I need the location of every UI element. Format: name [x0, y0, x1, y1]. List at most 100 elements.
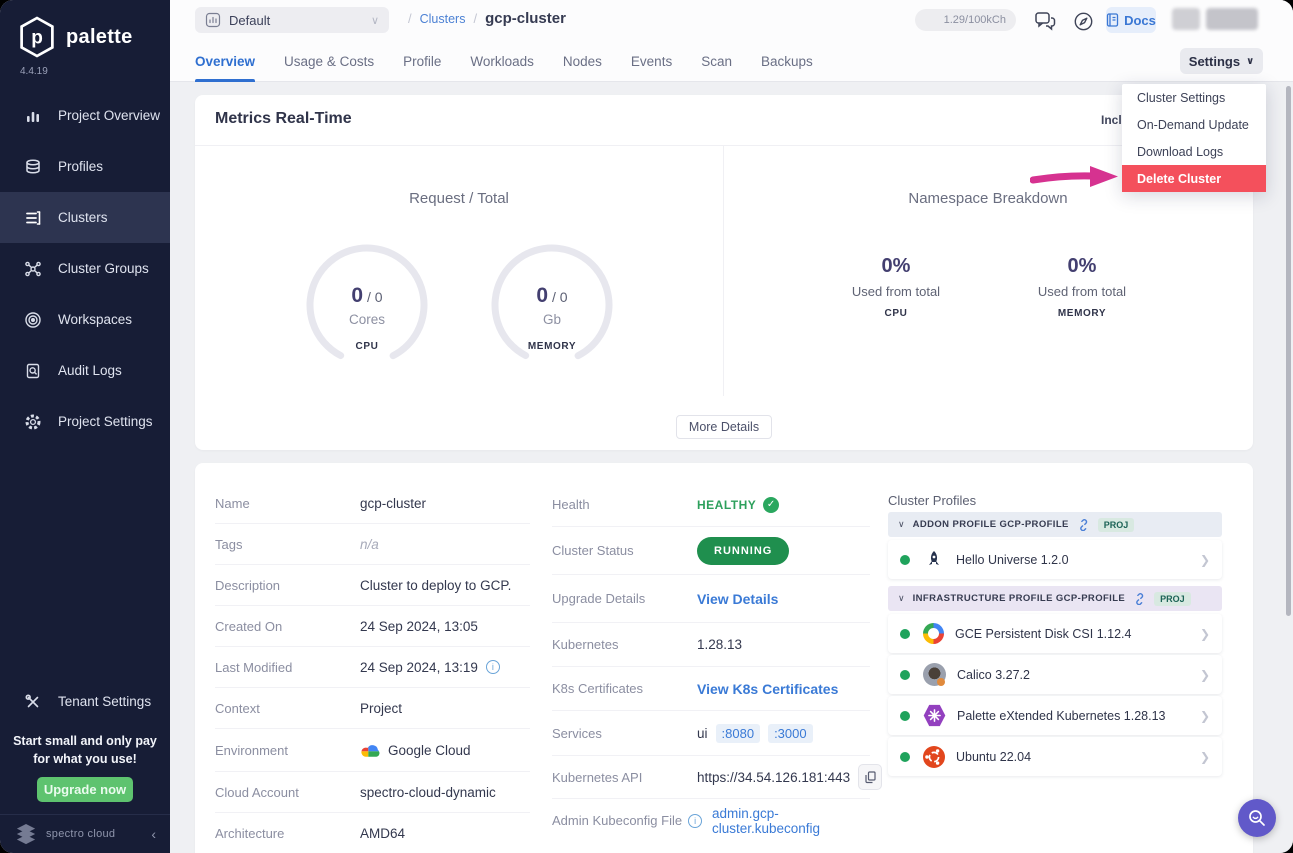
- tools-icon: [24, 693, 42, 711]
- tab-nodes[interactable]: Nodes: [563, 40, 602, 82]
- annotation-arrow: [1030, 163, 1122, 191]
- profile-pack-ubuntu[interactable]: Ubuntu 22.04 ❯: [888, 737, 1222, 776]
- pack-name: Calico 3.27.2: [957, 668, 1200, 682]
- tab-events[interactable]: Events: [631, 40, 672, 82]
- tab-overview[interactable]: Overview: [195, 40, 255, 82]
- view-details-link[interactable]: View Details: [697, 591, 778, 607]
- vertical-scrollbar[interactable]: [1286, 86, 1291, 616]
- avatar: [1172, 8, 1200, 30]
- link-icon[interactable]: [1077, 518, 1090, 531]
- project-scope-badge: PROJ: [1098, 518, 1135, 532]
- pack-status-dot: [900, 711, 910, 721]
- memory-gauge-unit: Gb: [487, 312, 617, 327]
- promo-text-line2: for what you use!: [0, 750, 170, 768]
- info-icon[interactable]: i: [688, 814, 702, 828]
- cluster-details-card: Name gcp-cluster Tags n/a Description Cl…: [195, 463, 1253, 853]
- menu-item-download-logs[interactable]: Download Logs: [1122, 138, 1266, 165]
- breadcrumb-separator: /: [408, 11, 412, 26]
- sidebar-item-profiles[interactable]: Profiles: [0, 141, 170, 192]
- chevron-right-icon: ❯: [1200, 553, 1210, 567]
- sidebar-item-label: Profiles: [58, 159, 103, 174]
- breadcrumb-separator: /: [473, 11, 477, 26]
- service-name: ui: [697, 726, 708, 741]
- field-row-k8s-certificates: K8s Certificates View K8s Certificates: [552, 667, 870, 711]
- field-row-created-on: Created On 24 Sep 2024, 13:05: [215, 606, 530, 647]
- sidebar-item-cluster-groups[interactable]: Cluster Groups: [0, 243, 170, 294]
- palette-logo[interactable]: p palette: [18, 16, 133, 58]
- copy-button[interactable]: [858, 764, 882, 790]
- profile-pack-pxk[interactable]: Palette eXtended Kubernetes 1.28.13 ❯: [888, 696, 1222, 735]
- breadcrumb-clusters-link[interactable]: Clusters: [420, 12, 466, 26]
- field-row-upgrade-details: Upgrade Details View Details: [552, 575, 870, 623]
- copy-icon: [865, 771, 876, 784]
- search-assistant-fab[interactable]: [1238, 799, 1276, 837]
- field-label: Cluster Status: [552, 543, 697, 558]
- divider: [195, 145, 1253, 146]
- menu-item-on-demand-update[interactable]: On-Demand Update: [1122, 111, 1266, 138]
- namespace-memory-stat: 0% Used from total MEMORY: [1002, 255, 1162, 319]
- tab-profile[interactable]: Profile: [403, 40, 441, 82]
- calico-icon: [923, 663, 946, 686]
- cpu-gauge: 0 / 0 Cores CPU: [302, 240, 432, 370]
- settings-button[interactable]: Settings ∨: [1180, 48, 1263, 74]
- sidebar-item-clusters[interactable]: Clusters: [0, 192, 170, 243]
- field-label: Name: [215, 496, 360, 511]
- view-k8s-certificates-link[interactable]: View K8s Certificates: [697, 681, 838, 697]
- support-button[interactable]: [1070, 8, 1096, 34]
- tab-backups[interactable]: Backups: [761, 40, 813, 82]
- sidebar-item-tenant-settings[interactable]: Tenant Settings: [0, 676, 170, 727]
- sidebar-item-label: Tenant Settings: [58, 694, 151, 709]
- target-icon: [24, 311, 42, 329]
- field-row-kubernetes-api: Kubernetes API https://34.54.126.181:443: [552, 756, 870, 799]
- field-row-last-modified: Last Modified 24 Sep 2024, 13:19i: [215, 647, 530, 688]
- addon-profile-header[interactable]: ∨ ADDON PROFILE GCP-PROFILE PROJ: [888, 512, 1222, 537]
- upgrade-promo: Start small and only pay for what you us…: [0, 732, 170, 768]
- field-value: Project: [360, 701, 402, 716]
- breadcrumb-current: gcp-cluster: [485, 10, 566, 27]
- field-row-cluster-status: Cluster Status RUNNING: [552, 527, 870, 575]
- field-label: Tags: [215, 537, 360, 552]
- service-port-8080-link[interactable]: :8080: [716, 724, 761, 743]
- menu-item-delete-cluster[interactable]: Delete Cluster: [1122, 165, 1266, 192]
- field-value: gcp-cluster: [360, 496, 426, 511]
- chevron-right-icon: ❯: [1200, 668, 1210, 682]
- feedback-chat-button[interactable]: [1032, 8, 1058, 34]
- sidebar-item-label: Cluster Groups: [58, 261, 149, 276]
- book-icon: [1106, 13, 1119, 27]
- link-icon[interactable]: [1133, 592, 1146, 605]
- breadcrumb: / Clusters / gcp-cluster: [408, 10, 566, 27]
- metrics-clipped-text: Incl: [1101, 113, 1122, 127]
- sidebar-collapse-icon[interactable]: ‹: [151, 826, 156, 842]
- sidebar-item-label: Project Settings: [58, 414, 153, 429]
- sidebar-item-workspaces[interactable]: Workspaces: [0, 294, 170, 345]
- divider: [723, 146, 724, 396]
- project-selector[interactable]: Default ∨: [195, 7, 389, 33]
- sidebar-tenant-settings-wrap: Tenant Settings: [0, 676, 170, 727]
- sidebar-item-audit-logs[interactable]: Audit Logs: [0, 345, 170, 396]
- field-row-health: Health HEALTHY ✓: [552, 483, 870, 527]
- kubernetes-version: 1.28.13: [697, 637, 742, 652]
- infrastructure-profile-header[interactable]: ∨ INFRASTRUCTURE PROFILE GCP-PROFILE PRO…: [888, 586, 1222, 611]
- profile-pack-calico[interactable]: Calico 3.27.2 ❯: [888, 655, 1222, 694]
- tab-usage-costs[interactable]: Usage & Costs: [284, 40, 374, 82]
- tab-workloads[interactable]: Workloads: [470, 40, 534, 82]
- cpu-gauge-unit: Cores: [302, 312, 432, 327]
- service-port-3000-link[interactable]: :3000: [768, 724, 813, 743]
- sidebar-item-project-settings[interactable]: Project Settings: [0, 396, 170, 447]
- tab-scan[interactable]: Scan: [701, 40, 732, 82]
- profile-pack-gce-disk[interactable]: GCE Persistent Disk CSI 1.12.4 ❯: [888, 614, 1222, 653]
- kubeconfig-download-link[interactable]: admin.gcp-cluster.kubeconfig: [712, 806, 870, 836]
- user-account-area[interactable]: [1172, 8, 1258, 30]
- sidebar-item-label: Workspaces: [58, 312, 132, 327]
- menu-item-cluster-settings[interactable]: Cluster Settings: [1122, 84, 1266, 111]
- sidebar-item-project-overview[interactable]: Project Overview: [0, 90, 170, 141]
- more-details-button[interactable]: More Details: [676, 415, 772, 439]
- search-smile-icon: [1247, 808, 1267, 828]
- docs-button[interactable]: Docs: [1106, 7, 1156, 33]
- field-value: Cluster to deploy to GCP.: [360, 578, 511, 593]
- namespace-breakdown-title: Namespace Breakdown: [723, 190, 1253, 207]
- upgrade-now-button[interactable]: Upgrade now: [37, 777, 133, 802]
- info-icon[interactable]: i: [486, 660, 500, 674]
- doc-search-icon: [24, 362, 42, 380]
- profile-pack-hello-universe[interactable]: Hello Universe 1.2.0 ❯: [888, 540, 1222, 579]
